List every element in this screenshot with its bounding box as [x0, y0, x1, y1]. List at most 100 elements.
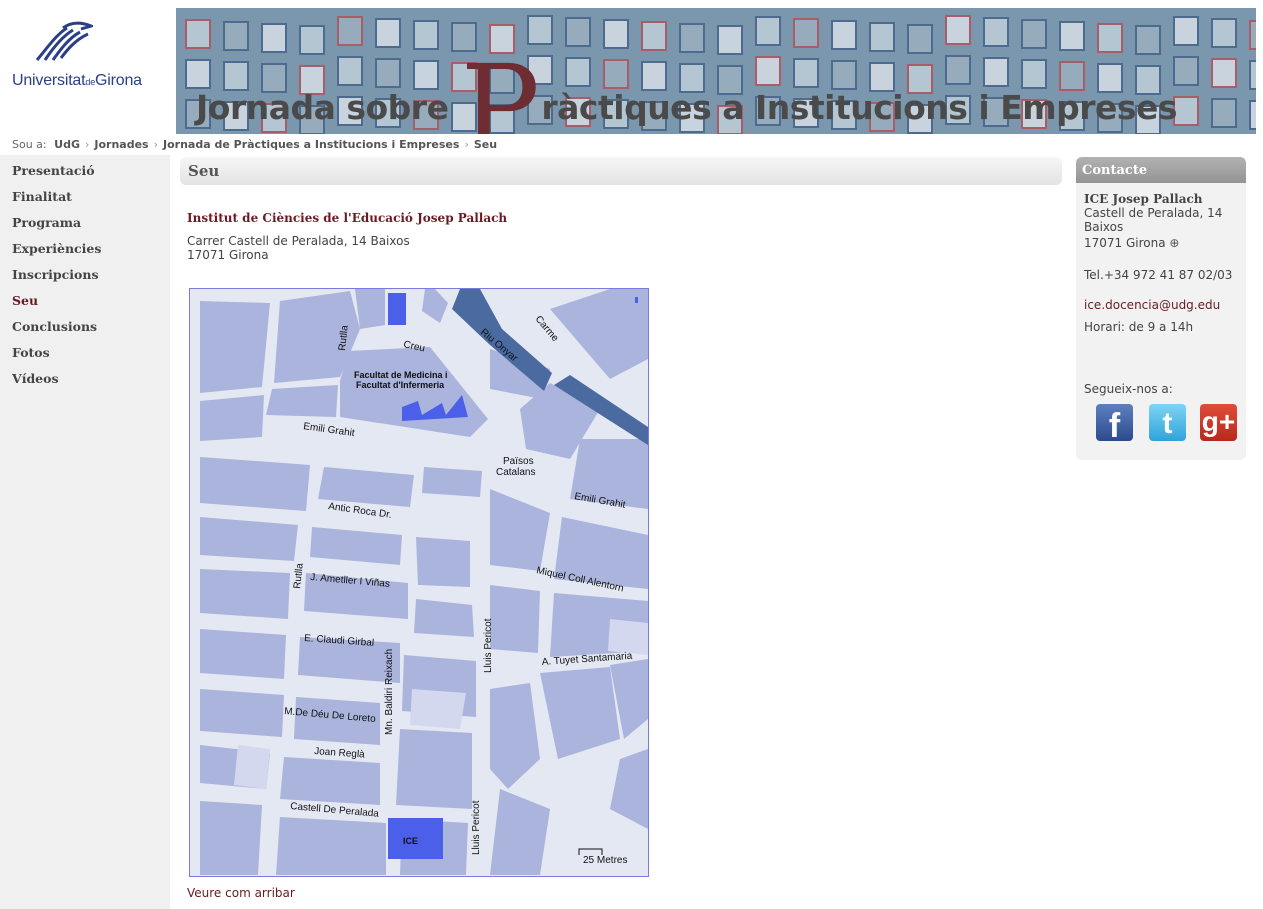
- block: [550, 289, 648, 379]
- udg-logo[interactable]: UniversitatdeGirona: [8, 20, 173, 100]
- street-label: Lluis Pericot: [471, 800, 482, 855]
- banner-window: [1021, 19, 1047, 49]
- banner-window: [1211, 18, 1237, 48]
- contact-address: Castell de Peralada, 14 Baixos: [1084, 206, 1223, 234]
- banner: Jornada sobre Pràctiques a Institucions i…: [176, 8, 1256, 134]
- light-area: [608, 619, 648, 655]
- block: [422, 467, 482, 497]
- nav-item-presentacio[interactable]: Presentació: [0, 161, 170, 187]
- banner-window: [261, 23, 287, 53]
- breadcrumb-separator: ›: [464, 138, 469, 151]
- banner-window: [717, 25, 743, 55]
- contact-header: Contacte: [1076, 157, 1246, 183]
- square-label: Catalans: [496, 467, 535, 478]
- building: [388, 293, 406, 325]
- address-line-1: Carrer Castell de Peralada, 14 Baixos: [187, 234, 410, 248]
- contact-email-link[interactable]: ice.docencia@udg.edu: [1084, 298, 1220, 312]
- scale-label: 25 Metres: [583, 855, 627, 866]
- breadcrumb-item-seu: Seu: [473, 138, 498, 151]
- light-area: [410, 689, 466, 729]
- udg-name: UniversitatdeGirona: [12, 72, 142, 89]
- udg-bird-icon: [35, 21, 93, 61]
- banner-window: [299, 25, 325, 55]
- banner-window: [831, 20, 857, 50]
- banner-window: [1173, 16, 1199, 46]
- banner-window: [907, 24, 933, 54]
- block: [200, 569, 290, 619]
- block: [340, 347, 488, 437]
- nav-item-seu[interactable]: Seu: [0, 291, 170, 317]
- contact-title: Contacte: [1082, 163, 1148, 178]
- banner-window: [1135, 25, 1161, 55]
- block: [266, 385, 338, 417]
- crosshair-icon[interactable]: ⊕: [1169, 236, 1179, 250]
- contact-name: ICE Josep Pallach: [1084, 192, 1203, 206]
- map-drawing: Rutlla Creu Riu Onyar Carme Facultat de …: [200, 289, 648, 875]
- block: [490, 585, 540, 653]
- square-label: Països: [503, 456, 534, 467]
- nav-item-programa[interactable]: Programa: [0, 213, 170, 239]
- follow-us-label: Segueix-nos a:: [1084, 382, 1173, 396]
- facultat-label: Facultat de Medicina i: [354, 370, 448, 380]
- block: [200, 629, 286, 679]
- nav-item-finalitat[interactable]: Finalitat: [0, 187, 170, 213]
- street-label: Joan Reglà: [314, 746, 366, 761]
- breadcrumb-item-udg[interactable]: UdG: [54, 138, 80, 151]
- banner-window: [603, 19, 629, 49]
- street-label: Emili Grahit: [303, 421, 356, 439]
- banner-window: [565, 17, 591, 47]
- block: [276, 817, 386, 875]
- banner-window: [1211, 98, 1237, 128]
- banner-window: [1249, 100, 1256, 130]
- block: [490, 489, 550, 571]
- nav-item-conclusions[interactable]: Conclusions: [0, 317, 170, 343]
- banner-window: [1249, 20, 1256, 50]
- block: [490, 683, 540, 789]
- banner-window: [185, 19, 211, 49]
- sidebar: Presentació Finalitat Programa Experiènc…: [0, 155, 170, 909]
- banner-window: [869, 22, 895, 52]
- street-label: Mn. Baldiri Reixach: [384, 649, 395, 735]
- banner-window: [223, 21, 249, 51]
- block: [422, 289, 448, 323]
- location-map[interactable]: Rutlla Creu Riu Onyar Carme Facultat de …: [189, 288, 649, 877]
- facebook-icon[interactable]: f: [1096, 404, 1133, 445]
- nav-item-inscripcions[interactable]: Inscripcions: [0, 265, 170, 291]
- block: [540, 667, 620, 759]
- block: [416, 537, 470, 587]
- institution-name: Institut de Ciències de l'Educació Josep…: [187, 211, 508, 225]
- block: [200, 457, 310, 511]
- breadcrumb-separator: ›: [153, 138, 159, 151]
- sidebar-nav: Presentació Finalitat Programa Experiènc…: [0, 155, 170, 395]
- banner-window: [983, 17, 1009, 47]
- banner-window: [413, 20, 439, 50]
- banner-window: [1249, 60, 1256, 90]
- street-label: Carme: [533, 314, 561, 344]
- nav-item-experiencies[interactable]: Experiències: [0, 239, 170, 265]
- block: [200, 801, 262, 875]
- building: [635, 297, 638, 303]
- banner-window: [1211, 58, 1237, 88]
- street-label: Lluis Pericot: [483, 618, 494, 673]
- banner-window: [793, 18, 819, 48]
- breadcrumb-prefix: Sou a:: [12, 138, 47, 151]
- google-plus-icon[interactable]: g+: [1200, 404, 1237, 441]
- block: [200, 395, 264, 441]
- breadcrumb-item-jornades[interactable]: Jornades: [94, 138, 148, 151]
- nav-item-fotos[interactable]: Fotos: [0, 343, 170, 369]
- light-area: [234, 745, 270, 789]
- address-line-2: 17071 Girona: [187, 248, 269, 262]
- breadcrumb-separator: ›: [84, 138, 90, 151]
- nav-item-videos[interactable]: Vídeos: [0, 369, 170, 395]
- twitter-icon[interactable]: t: [1149, 404, 1186, 441]
- banner-title: Jornada sobre Pràctiques a Institucions i…: [196, 39, 1178, 134]
- banner-window: [1173, 56, 1199, 86]
- contact-hours: Horari: de 9 a 14h: [1084, 320, 1194, 334]
- breadcrumb-item-jornada[interactable]: Jornada de Pràctiques a Institucions i E…: [163, 138, 459, 151]
- directions-link[interactable]: Veure com arribar: [187, 886, 295, 900]
- contact-city: 17071 Girona ⊕: [1084, 236, 1180, 250]
- facultat-label: Facultat d'Infermeria: [356, 380, 445, 390]
- banner-window: [945, 15, 971, 45]
- page-title-bar: Seu: [180, 157, 1062, 185]
- block: [414, 599, 474, 637]
